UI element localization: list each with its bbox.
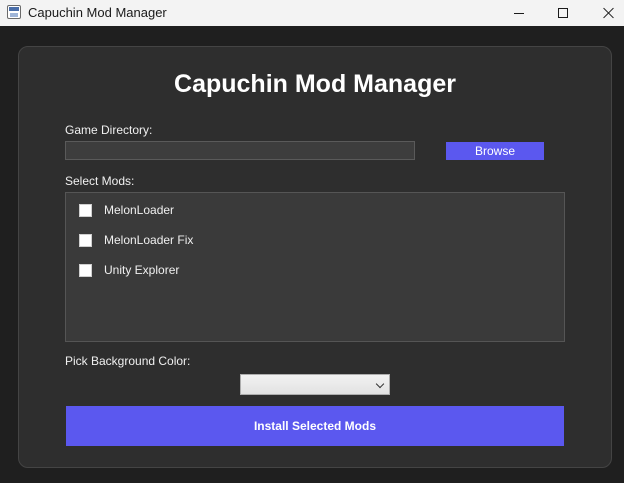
- mod-label: MelonLoader Fix: [104, 233, 194, 247]
- mod-checkbox[interactable]: [79, 203, 92, 217]
- mod-item-melonloader-fix[interactable]: MelonLoader Fix: [79, 232, 193, 248]
- mods-list: MelonLoader MelonLoader Fix Unity Explor…: [65, 192, 565, 342]
- minimize-button[interactable]: [496, 0, 542, 26]
- install-button[interactable]: Install Selected Mods: [66, 406, 564, 446]
- minimize-icon: [514, 12, 524, 14]
- game-directory-label: Game Directory:: [65, 123, 153, 137]
- close-button[interactable]: [586, 0, 624, 26]
- mod-item-unity-explorer[interactable]: Unity Explorer: [79, 262, 179, 278]
- chevron-down-icon: [375, 379, 385, 389]
- mod-label: Unity Explorer: [104, 263, 180, 277]
- close-icon: [603, 7, 615, 19]
- background-color-label: Pick Background Color:: [65, 354, 191, 368]
- mod-checkbox[interactable]: [79, 263, 92, 277]
- browse-button[interactable]: Browse: [446, 142, 544, 160]
- background-color-select[interactable]: [240, 374, 390, 395]
- mod-label: MelonLoader: [104, 203, 175, 217]
- page-title: Capuchin Mod Manager: [174, 70, 456, 98]
- mod-checkbox[interactable]: [79, 233, 92, 247]
- game-directory-input[interactable]: [65, 141, 415, 160]
- maximize-button[interactable]: [540, 0, 586, 26]
- window-title: Capuchin Mod Manager: [28, 5, 167, 20]
- select-mods-label: Select Mods:: [65, 174, 135, 188]
- app-window-icon: [7, 5, 21, 19]
- maximize-icon: [558, 8, 568, 18]
- title-bar: Capuchin Mod Manager: [0, 0, 624, 26]
- mod-item-melonloader[interactable]: MelonLoader: [79, 202, 174, 218]
